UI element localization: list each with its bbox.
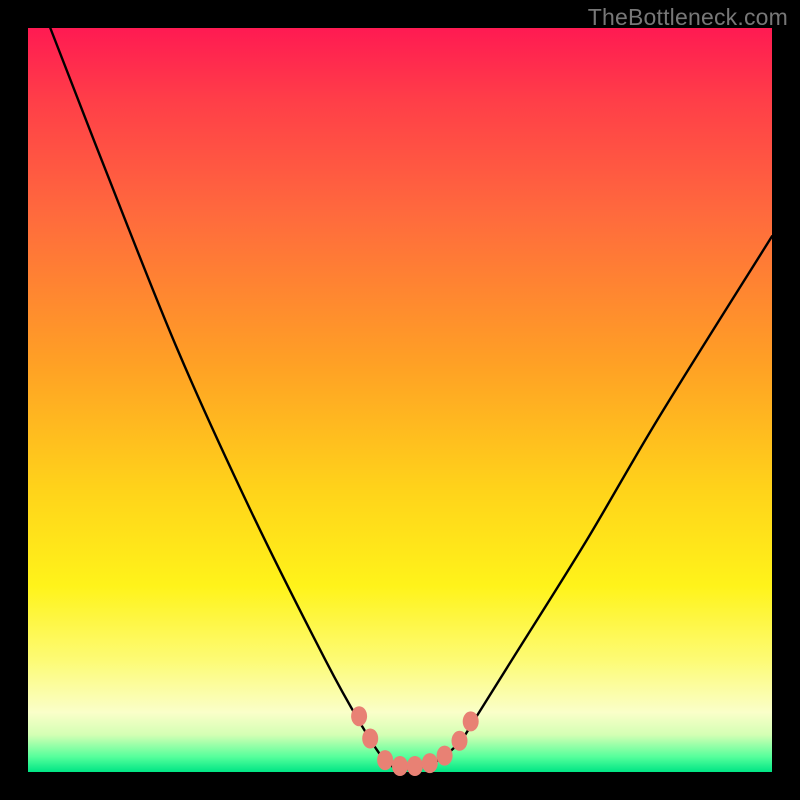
curve-layer: [28, 28, 772, 772]
bead-marker: [437, 746, 453, 766]
bead-marker: [351, 706, 367, 726]
bead-marker: [377, 750, 393, 770]
bead-marker: [463, 711, 479, 731]
bead-marker: [392, 756, 408, 776]
bead-marker: [452, 731, 468, 751]
bead-marker: [362, 729, 378, 749]
highlight-beads: [351, 706, 479, 776]
chart-frame: TheBottleneck.com: [0, 0, 800, 800]
bead-marker: [407, 756, 423, 776]
plot-area: [28, 28, 772, 772]
bottleneck-curve: [50, 28, 772, 769]
bead-marker: [422, 753, 438, 773]
watermark-text: TheBottleneck.com: [588, 4, 788, 31]
